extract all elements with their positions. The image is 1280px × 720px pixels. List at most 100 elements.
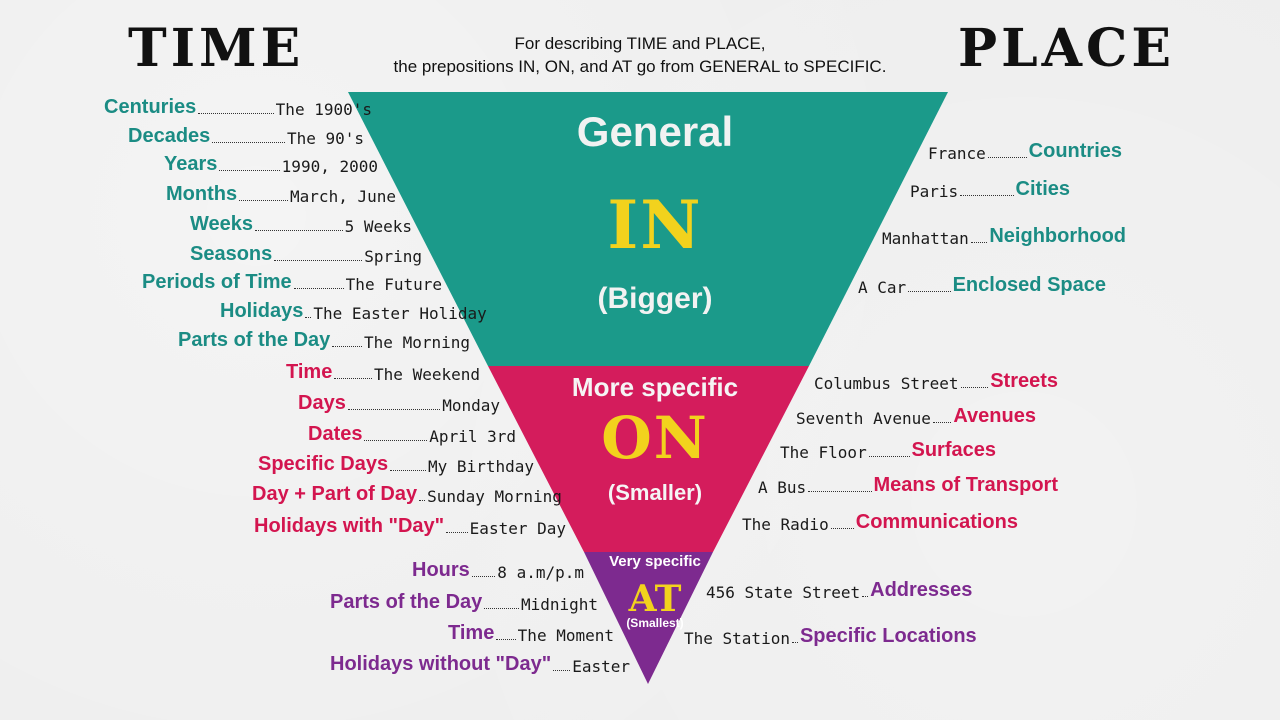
place-row: France Countries: [928, 137, 1122, 163]
dotted-leader: [868, 456, 910, 457]
place-category: Countries: [1028, 140, 1122, 162]
in-general-label: General: [576, 108, 734, 155]
dotted-leader: [198, 113, 274, 114]
on-size-label: (Smaller): [607, 480, 703, 505]
time-category: Specific Days: [258, 453, 389, 475]
time-category: Day + Part of Day: [252, 483, 418, 505]
time-row: Time The Weekend: [286, 358, 480, 384]
time-row: Holidays The Easter Holiday: [220, 297, 487, 323]
place-row: 456 State Street Addresses: [706, 576, 972, 602]
dotted-leader: [808, 491, 872, 492]
dotted-leader: [390, 470, 427, 471]
time-category: Years: [164, 153, 218, 175]
time-example: The Easter Holiday: [313, 304, 487, 323]
time-example: My Birthday: [428, 457, 534, 476]
time-example: March, June: [290, 187, 396, 206]
place-category: Surfaces: [911, 439, 997, 461]
place-example: A Bus: [758, 478, 807, 497]
time-category: Parts of the Day: [178, 329, 331, 351]
place-example: The Radio: [742, 515, 829, 534]
time-row: Holidays without "Day" Easter: [330, 650, 630, 676]
dotted-leader: [212, 142, 285, 143]
time-category: Days: [298, 392, 346, 414]
place-row: The Station Specific Locations: [684, 622, 977, 648]
dotted-leader: [553, 670, 571, 671]
place-category: Neighborhood: [989, 225, 1126, 247]
time-example: 1990, 2000: [281, 157, 378, 176]
place-row: The Radio Communications: [742, 508, 1018, 534]
time-category: Time: [448, 622, 495, 644]
time-category: Months: [166, 183, 238, 205]
at-specific-label: Very specific: [609, 553, 701, 570]
time-example: The Future: [345, 275, 442, 294]
time-category: Dates: [308, 423, 363, 445]
time-category: Time: [286, 361, 333, 383]
dotted-leader: [446, 532, 468, 533]
time-row: Parts of the Day The Morning: [178, 326, 470, 352]
time-row: Months March, June: [166, 180, 396, 206]
time-category: Holidays with "Day": [254, 515, 445, 537]
place-example: A Car: [858, 278, 907, 297]
dotted-leader: [305, 317, 312, 318]
place-category: Means of Transport: [873, 474, 1058, 496]
place-category: Addresses: [870, 579, 973, 601]
dotted-leader: [347, 409, 441, 410]
dotted-leader: [862, 596, 869, 597]
place-category: Avenues: [953, 405, 1036, 427]
place-category: Streets: [990, 370, 1058, 392]
place-example: 456 State Street: [706, 583, 861, 602]
dotted-leader: [274, 260, 363, 261]
time-category: Holidays: [220, 300, 304, 322]
dotted-leader: [791, 642, 798, 643]
dotted-leader: [970, 242, 988, 243]
place-row: A Bus Means of Transport: [758, 471, 1058, 497]
dotted-leader: [471, 576, 496, 577]
dotted-leader: [239, 200, 289, 201]
time-example: Midnight: [520, 595, 598, 614]
time-example: 5 Weeks: [344, 217, 412, 236]
time-category: Decades: [128, 125, 211, 147]
time-row: Seasons Spring: [190, 240, 422, 266]
place-row: Paris Cities: [910, 175, 1070, 201]
in-size-label: (Bigger): [597, 282, 713, 315]
place-row: The Floor Surfaces: [780, 436, 996, 462]
dotted-leader: [334, 378, 373, 379]
time-category: Seasons: [190, 243, 273, 265]
on-preposition: ON: [601, 404, 709, 472]
time-row: Days Monday: [298, 389, 500, 415]
dotted-leader: [364, 440, 428, 441]
time-example: Easter Day: [469, 519, 566, 538]
time-row: Holidays with "Day" Easter Day: [254, 512, 566, 538]
place-example: The Station: [684, 629, 790, 648]
time-example: The Moment: [517, 626, 614, 645]
place-row: A Car Enclosed Space: [858, 271, 1106, 297]
place-row: Columbus Street Streets: [814, 367, 1058, 393]
time-row: Specific Days My Birthday: [258, 450, 534, 476]
time-example: The Weekend: [374, 365, 480, 384]
dotted-leader: [496, 639, 516, 640]
time-example: The 90's: [286, 129, 364, 148]
dotted-leader: [932, 422, 952, 423]
time-row: Centuries The 1900's: [104, 93, 372, 119]
dotted-leader: [332, 346, 363, 347]
time-category: Centuries: [104, 96, 197, 118]
dotted-leader: [293, 288, 344, 289]
time-example: The Morning: [364, 333, 470, 352]
place-example: France: [928, 144, 986, 163]
dotted-leader: [960, 195, 1014, 196]
time-example: 8 a.m/p.m: [497, 563, 584, 582]
place-category: Communications: [855, 511, 1018, 533]
dotted-leader: [908, 291, 951, 292]
time-category: Weeks: [190, 213, 254, 235]
dotted-leader: [987, 157, 1027, 158]
time-example: April 3rd: [429, 427, 516, 446]
time-row: Years 1990, 2000: [164, 150, 378, 176]
time-row: Periods of Time The Future: [142, 268, 442, 294]
dotted-leader: [255, 230, 343, 231]
dotted-leader: [219, 170, 280, 171]
place-example: Paris: [910, 182, 959, 201]
time-category: Holidays without "Day": [330, 653, 552, 675]
in-preposition: IN: [607, 186, 703, 264]
place-example: Columbus Street: [814, 374, 959, 393]
time-row: Time The Moment: [448, 619, 614, 645]
